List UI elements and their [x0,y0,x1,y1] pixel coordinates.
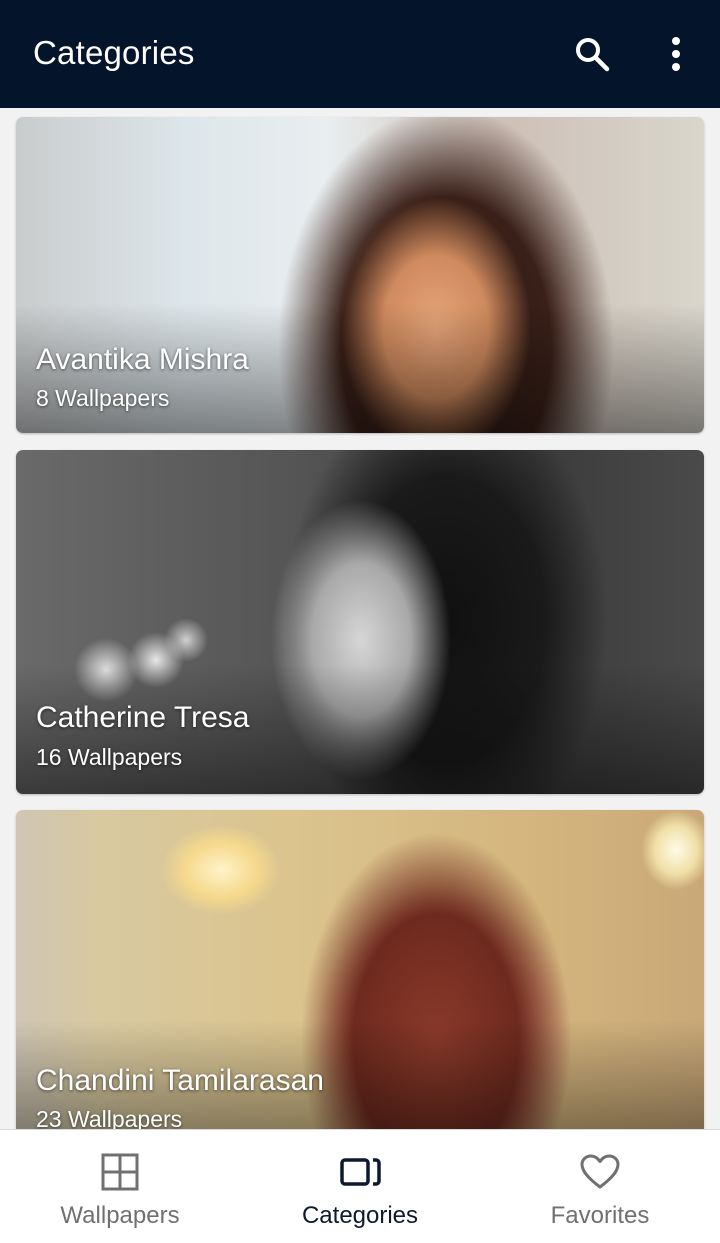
more-options-button[interactable] [654,28,698,80]
category-list[interactable]: Avantika Mishra 8 Wallpapers Catherine T… [0,108,720,1129]
nav-label: Favorites [550,1202,650,1229]
bottom-navigation: Wallpapers Categories Favorites [0,1129,720,1243]
wallpaper-count: 8 Wallpapers [36,385,170,411]
categories-icon [340,1158,381,1186]
page-title: Categories [33,34,195,71]
category-name: Avantika Mishra [36,343,249,376]
wallpaper-count: 16 Wallpapers [36,744,183,770]
category-card[interactable]: Avantika Mishra 8 Wallpapers [16,117,704,433]
app-bar: Categories [0,0,720,108]
search-button[interactable] [566,28,618,80]
category-card[interactable]: Chandini Tamilarasan 23 Wallpapers [16,810,704,1129]
more-vert-icon [672,37,680,71]
nav-label: Categories [301,1202,419,1229]
category-name: Chandini Tamilarasan [36,1064,324,1097]
category-name: Catherine Tresa [36,701,250,734]
grid-icon [101,1153,139,1191]
nav-item-favorites[interactable]: Favorites [480,1130,720,1243]
nav-item-wallpapers[interactable]: Wallpapers [0,1130,240,1243]
heart-icon [580,1154,620,1189]
search-icon [576,38,610,72]
category-card[interactable]: Catherine Tresa 16 Wallpapers [16,450,704,794]
wallpaper-count: 23 Wallpapers [36,1106,183,1129]
nav-label: Wallpapers [60,1202,180,1229]
nav-item-categories[interactable]: Categories [240,1130,480,1243]
